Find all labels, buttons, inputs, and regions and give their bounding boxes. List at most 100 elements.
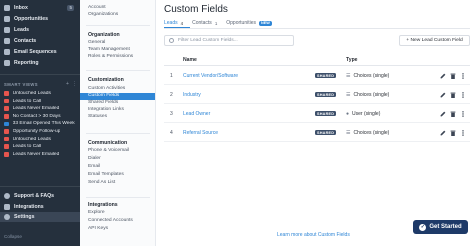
- nav-item-inbox[interactable]: Inbox 5: [0, 3, 80, 12]
- settings-item-custom-activities[interactable]: Custom Activities: [80, 86, 155, 93]
- settings-item-statuses[interactable]: Statuses: [80, 114, 155, 121]
- smart-view-icon: [4, 91, 9, 96]
- field-type: ☰ Choices (single): [346, 92, 390, 98]
- settings-item-explore[interactable]: Explore: [80, 210, 155, 217]
- opportunities-icon: [4, 15, 10, 22]
- smart-view-icon: [4, 152, 9, 157]
- smart-view-icon: [4, 121, 9, 127]
- settings-menu: Account Organizations Organization Gener…: [80, 0, 156, 246]
- new-custom-field-button[interactable]: + New Lead Custom Field: [399, 35, 470, 46]
- settings-item-custom-fields[interactable]: Custom Fields: [80, 93, 155, 100]
- field-type: ● User (single): [346, 111, 381, 117]
- table-row: 3 Lead Owner SHARED ● User (single): [164, 104, 470, 123]
- more-options-icon[interactable]: [460, 91, 466, 98]
- nav-item-support[interactable]: Support & FAQs: [0, 191, 80, 200]
- settings-item-organizations[interactable]: Organizations: [80, 12, 155, 19]
- main-content: Custom Fields Leads 4 Contacts 1 Opportu…: [156, 0, 474, 246]
- smart-view-icon: [4, 129, 9, 134]
- collapse-nav-button[interactable]: Collapse: [4, 234, 22, 239]
- tab-contacts[interactable]: Contacts 1: [192, 18, 217, 28]
- nav-item-reporting[interactable]: Reporting: [0, 58, 80, 67]
- smart-view-item[interactable]: Leads to Call: [0, 98, 80, 105]
- settings-section-organization: Organization: [88, 32, 120, 38]
- settings-item-general[interactable]: General: [80, 40, 155, 47]
- settings-item-team-management[interactable]: Team Management: [80, 47, 155, 54]
- edit-icon[interactable]: [440, 130, 446, 136]
- list-icon: ☰: [346, 130, 351, 136]
- edit-icon[interactable]: [440, 92, 446, 98]
- edit-icon[interactable]: [440, 111, 446, 117]
- smart-view-icon: [4, 106, 9, 112]
- row-number: 2: [170, 92, 173, 98]
- list-icon: ☰: [346, 73, 351, 79]
- reporting-icon: [4, 59, 10, 66]
- settings-item-phone-voicemail[interactable]: Phone & Voicemail: [80, 148, 155, 155]
- settings-item-shared-fields[interactable]: Shared Fields: [80, 100, 155, 107]
- tab-opportunities[interactable]: Opportunities NEW: [226, 18, 272, 28]
- settings-section-customization: Customization: [88, 77, 124, 83]
- contacts-icon: [4, 37, 10, 44]
- nav-item-contacts[interactable]: Contacts: [0, 36, 80, 45]
- settings-item-send-as-list[interactable]: Send As List: [80, 180, 155, 187]
- more-options-icon[interactable]: [460, 110, 466, 117]
- settings-item-email[interactable]: Email: [80, 164, 155, 171]
- delete-icon[interactable]: [450, 111, 456, 117]
- settings-item-dialer[interactable]: Dialer: [80, 156, 155, 163]
- smart-view-item[interactable]: Untouched Leads: [0, 90, 80, 97]
- delete-icon[interactable]: [450, 73, 456, 79]
- settings-item-api-keys[interactable]: API Keys: [80, 226, 155, 233]
- table-row: 2 Industry SHARED ☰ Choices (single): [164, 85, 470, 104]
- field-name-link[interactable]: Lead Owner: [183, 111, 210, 117]
- smart-view-item[interactable]: Leads to Call: [0, 143, 80, 150]
- filter-input[interactable]: Filter Lead Custom Fields...: [164, 35, 294, 46]
- check-icon: ✓: [419, 223, 427, 231]
- smart-views-options-icon[interactable]: ⋮: [72, 81, 77, 87]
- field-type: ☰ Choices (single): [346, 73, 390, 79]
- more-options-icon[interactable]: [460, 72, 466, 79]
- settings-item-roles-permissions[interactable]: Roles & Permissions: [80, 54, 155, 61]
- smart-view-icon: [4, 144, 9, 150]
- delete-icon[interactable]: [450, 130, 456, 136]
- smart-view-icon: [4, 136, 9, 142]
- list-icon: ☰: [346, 92, 351, 98]
- more-options-icon[interactable]: [460, 129, 466, 136]
- email-sequences-icon: [4, 48, 10, 55]
- edit-icon[interactable]: [440, 73, 446, 79]
- nav-item-integrations[interactable]: Integrations: [0, 202, 80, 211]
- smart-view-item[interactable]: No Contact > 30 Days: [0, 113, 80, 120]
- learn-more-link[interactable]: Learn more about Custom Fields: [277, 232, 350, 238]
- nav-item-settings[interactable]: Settings: [0, 212, 80, 222]
- table-row: 4 Referral Source SHARED ☰ Choices (singl…: [164, 123, 470, 142]
- shared-badge: SHARED: [315, 92, 337, 98]
- delete-icon[interactable]: [450, 92, 456, 98]
- smart-views-add-icon[interactable]: +: [66, 81, 69, 87]
- tab-count: 1: [214, 20, 218, 26]
- field-name-link[interactable]: Industry: [183, 92, 201, 98]
- column-header-type[interactable]: Type: [346, 57, 358, 63]
- field-name-link[interactable]: Current Vendor/Software: [183, 73, 238, 79]
- smart-view-item[interactable]: Opportunity Follow-up: [0, 128, 80, 135]
- settings-item-account[interactable]: Account: [80, 5, 155, 12]
- settings-item-email-templates[interactable]: Email Templates: [80, 172, 155, 179]
- smart-view-item[interactable]: Untouched Leads: [0, 136, 80, 143]
- smart-view-item[interactable]: Leads Never Emailed: [0, 151, 80, 158]
- field-name-link[interactable]: Referral Source: [183, 130, 218, 136]
- get-started-button[interactable]: ✓ Get Started: [413, 220, 468, 234]
- column-header-name[interactable]: Name: [183, 57, 197, 63]
- tab-count: 4: [180, 20, 184, 26]
- nav-item-opportunities[interactable]: Opportunities: [0, 14, 80, 23]
- row-number: 3: [170, 111, 173, 117]
- settings-item-integration-links[interactable]: Integration Links: [80, 107, 155, 114]
- row-number: 1: [170, 73, 173, 79]
- smart-view-item[interactable]: 33 Email Opened This Week: [0, 120, 80, 127]
- nav-item-email-sequences[interactable]: Email Sequences: [0, 47, 80, 56]
- inbox-icon: [4, 4, 10, 11]
- primary-nav: Inbox 5 Opportunities Leads Contacts Ema…: [0, 0, 80, 246]
- shared-badge: SHARED: [315, 73, 337, 79]
- settings-item-connected-accounts[interactable]: Connected Accounts: [80, 218, 155, 225]
- nav-item-leads[interactable]: Leads: [0, 25, 80, 34]
- active-tab-indicator: [164, 27, 190, 29]
- settings-divider: [86, 197, 150, 198]
- settings-divider: [86, 25, 150, 26]
- smart-view-item[interactable]: Leads Never Emailed: [0, 105, 80, 112]
